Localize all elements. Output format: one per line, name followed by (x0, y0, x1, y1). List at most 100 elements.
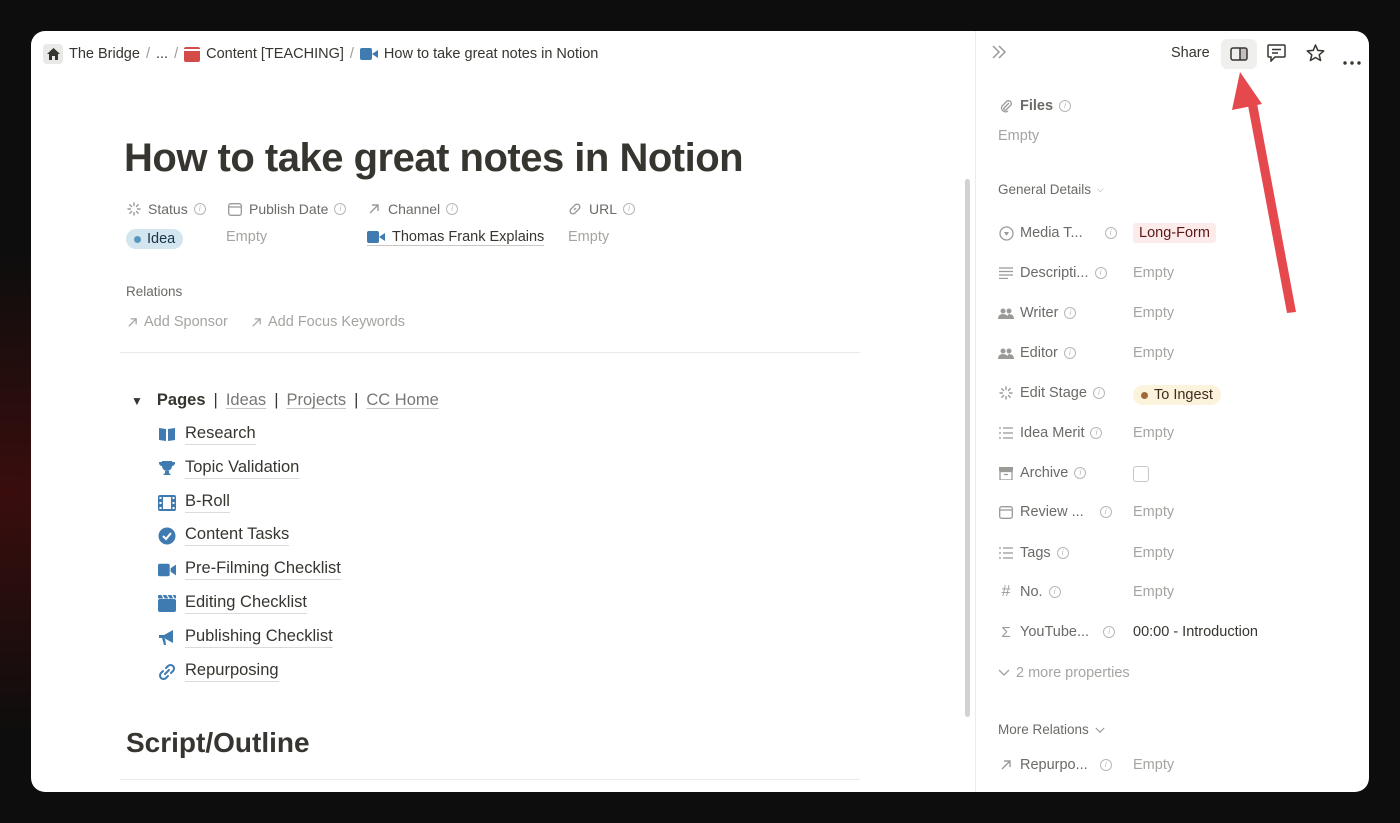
book-icon (158, 426, 176, 444)
info-icon[interactable]: i (1104, 227, 1117, 239)
info-icon[interactable]: i (1099, 759, 1112, 771)
link-projects[interactable]: Projects (286, 391, 346, 410)
files-value[interactable]: Empty (998, 128, 1039, 144)
general-details-section[interactable]: General Details ⌵ (998, 182, 1104, 197)
sigma-icon: Σ (1001, 623, 1011, 641)
number-value[interactable]: Empty (1133, 584, 1174, 600)
page-link-publishing-checklist[interactable]: Publishing Checklist (158, 627, 333, 648)
more-properties-toggle[interactable]: 2 more properties (998, 665, 1130, 681)
repurpose-value[interactable]: Empty (1133, 757, 1174, 773)
breadcrumb-item-content[interactable]: Content [TEACHING] (180, 46, 348, 62)
add-sponsor-button[interactable]: Add Sponsor (127, 314, 228, 330)
info-icon[interactable]: i (1048, 586, 1061, 598)
info-icon[interactable]: i (1059, 100, 1072, 112)
star-icon[interactable] (1306, 44, 1325, 67)
side-prop-label: Descripti... (1020, 265, 1089, 281)
info-icon[interactable]: i (1063, 347, 1076, 359)
more-relations-section[interactable]: More Relations (998, 722, 1105, 737)
link-icon (158, 663, 176, 681)
side-prop-editor[interactable]: Editor i (998, 345, 1076, 361)
page-link-editing-checklist[interactable]: Editing Checklist (158, 593, 307, 614)
side-peek-icon[interactable] (1221, 39, 1257, 69)
prop-url-header[interactable]: URL i (567, 201, 636, 217)
info-icon[interactable]: i (1103, 626, 1116, 638)
scrollbar-thumb[interactable] (965, 179, 970, 717)
review-value[interactable]: Empty (1133, 504, 1174, 520)
share-button[interactable]: Share (1171, 45, 1210, 61)
page-link-research[interactable]: Research (158, 424, 256, 445)
collapse-panel-icon[interactable] (991, 45, 1007, 64)
editor-value[interactable]: Empty (1133, 345, 1174, 361)
separator: | (213, 391, 218, 409)
page-link-label: Publishing Checklist (185, 627, 333, 648)
prop-channel-header[interactable]: Channel i (366, 201, 459, 217)
link-ideas[interactable]: Ideas (226, 391, 266, 410)
prop-status-value[interactable]: Idea (126, 229, 184, 249)
prop-url-value[interactable]: Empty (568, 229, 609, 245)
list-icon (998, 545, 1014, 561)
side-prop-media-type[interactable]: Media T... i (998, 225, 1117, 241)
prop-status-header[interactable]: Status i (126, 201, 206, 217)
archive-checkbox[interactable] (1133, 466, 1149, 482)
youtube-value[interactable]: 00:00 - Introduction (1133, 624, 1258, 640)
camera-icon (367, 231, 385, 243)
side-prop-label: Writer (1020, 305, 1059, 321)
side-prop-label: No. (1020, 584, 1043, 600)
side-prop-tags[interactable]: Tags i (998, 545, 1069, 561)
media-type-value[interactable]: Long-Form (1133, 223, 1216, 243)
page-link-repurposing[interactable]: Repurposing (158, 661, 279, 682)
page-link-topic-validation[interactable]: Topic Validation (158, 458, 300, 479)
breadcrumb-item-ellipsis[interactable]: ... (152, 46, 172, 62)
page-title[interactable]: How to take great notes in Notion (124, 136, 744, 181)
edit-stage-value[interactable]: To Ingest (1133, 385, 1221, 405)
info-icon[interactable]: i (334, 203, 347, 215)
side-prop-youtube[interactable]: Σ YouTube... i (998, 623, 1116, 641)
side-prop-files[interactable]: Files i (998, 98, 1072, 114)
info-icon[interactable]: i (1092, 387, 1105, 399)
prop-publish-date-header[interactable]: Publish Date i (227, 201, 347, 217)
link-icon (567, 201, 583, 217)
side-prop-idea-merit[interactable]: Idea Merit i (998, 425, 1103, 441)
info-icon[interactable]: i (1074, 467, 1087, 479)
side-prop-archive[interactable]: Archive i (998, 465, 1087, 481)
info-icon[interactable]: i (1094, 267, 1107, 279)
archive-value[interactable] (1133, 466, 1149, 486)
page-link-content-tasks[interactable]: Content Tasks (158, 525, 290, 546)
info-icon[interactable]: i (1090, 427, 1103, 439)
prop-channel-value[interactable]: Thomas Frank Explains (367, 229, 545, 246)
pages-toggle-label: Pages (156, 391, 206, 409)
chevron-down-icon (1095, 722, 1105, 737)
heading-script-outline[interactable]: Script/Outline (126, 727, 310, 759)
page-link-b-roll[interactable]: B-Roll (158, 492, 230, 513)
side-prop-edit-stage[interactable]: Edit Stage i (998, 385, 1105, 401)
info-icon[interactable]: i (1099, 506, 1112, 518)
info-icon[interactable]: i (193, 203, 206, 215)
side-prop-description[interactable]: Descripti... i (998, 265, 1107, 281)
info-icon[interactable]: i (1064, 307, 1077, 319)
breadcrumb-item-the-bridge[interactable]: The Bridge (39, 44, 144, 64)
side-prop-review[interactable]: Review ... i (998, 504, 1112, 520)
info-icon[interactable]: i (623, 203, 636, 215)
info-icon[interactable]: i (1056, 547, 1069, 559)
description-value[interactable]: Empty (1133, 265, 1174, 281)
side-prop-label: YouTube... (1020, 624, 1090, 640)
breadcrumb-item-current-page[interactable]: How to take great notes in Notion (356, 46, 602, 62)
side-prop-repurpose[interactable]: Repurpo... i (998, 757, 1112, 773)
writer-value[interactable]: Empty (1133, 305, 1174, 321)
link-cc-home[interactable]: CC Home (366, 391, 438, 410)
info-icon[interactable]: i (446, 203, 459, 215)
check-circle-icon (158, 527, 176, 545)
side-prop-number[interactable]: # No. i (998, 583, 1061, 600)
prop-publish-date-value[interactable]: Empty (226, 229, 267, 245)
comment-icon[interactable] (1267, 44, 1286, 67)
more-properties-label: 2 more properties (1016, 665, 1130, 681)
tags-value[interactable]: Empty (1133, 545, 1174, 561)
text-icon (998, 265, 1014, 281)
side-prop-writer[interactable]: Writer i (998, 305, 1077, 321)
idea-merit-value[interactable]: Empty (1133, 425, 1174, 441)
add-focus-keywords-button[interactable]: Add Focus Keywords (251, 314, 405, 330)
page-link-pre-filming-checklist[interactable]: Pre-Filming Checklist (158, 559, 341, 580)
toggle-triangle-icon[interactable]: ▼ (131, 394, 143, 408)
channel-link[interactable]: Thomas Frank Explains (367, 229, 545, 246)
more-icon[interactable] (1343, 52, 1361, 70)
